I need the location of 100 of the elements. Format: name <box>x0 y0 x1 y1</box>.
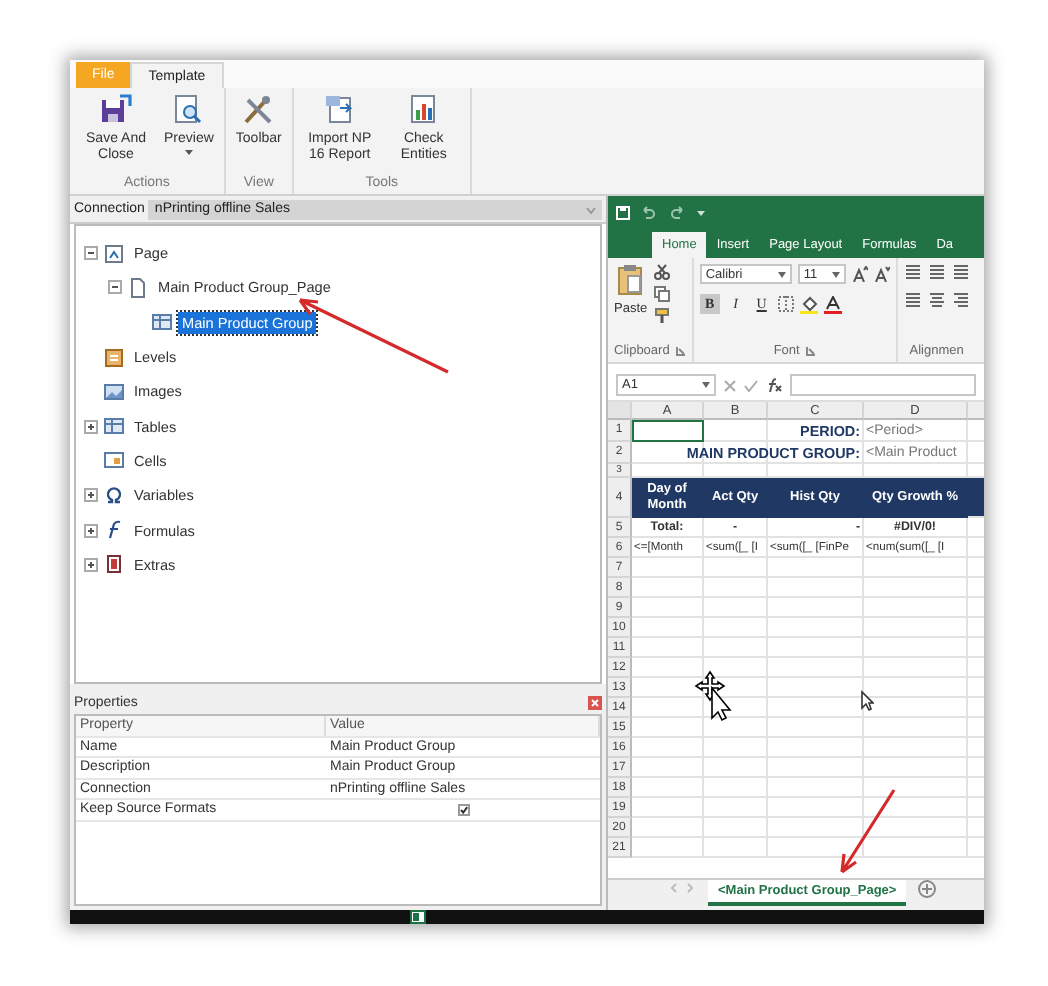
image-icon <box>104 381 124 402</box>
undo-icon[interactable] <box>640 205 658 219</box>
scissors-icon[interactable] <box>653 264 670 280</box>
align-right-icon[interactable] <box>951 292 970 308</box>
grid-cell <box>632 758 704 778</box>
copy-icon[interactable] <box>653 286 670 302</box>
grid-cell <box>864 638 968 658</box>
grid-cell <box>864 598 968 618</box>
tools-icon <box>242 94 275 126</box>
collapse-icon[interactable] <box>84 246 98 261</box>
grid-cell <box>864 798 968 818</box>
move-cursor-icon <box>694 670 734 722</box>
grid-cell <box>864 658 968 678</box>
redo-icon[interactable] <box>668 205 686 219</box>
save-icon <box>100 94 132 126</box>
spreadsheet-icon[interactable] <box>410 910 426 924</box>
font-color-icon[interactable] <box>823 295 842 313</box>
grid-cell <box>864 778 968 798</box>
clipboard-icon <box>618 264 643 296</box>
grid-cell <box>864 718 968 738</box>
grid-cell <box>768 578 864 598</box>
align-left-icon[interactable] <box>903 292 922 308</box>
grid-cell <box>768 818 864 838</box>
checkbox[interactable] <box>457 803 469 816</box>
grid-cell <box>704 598 768 618</box>
grid-cell <box>704 738 768 758</box>
grid-cell <box>864 758 968 778</box>
grid-cell <box>632 818 704 838</box>
grid-cell <box>632 658 704 678</box>
launcher-icon[interactable] <box>675 346 686 356</box>
caret-icon <box>831 271 840 277</box>
grid-cell <box>632 718 704 738</box>
grid-cell <box>632 618 704 638</box>
grid-cell <box>632 698 704 718</box>
align-center-icon[interactable] <box>927 292 946 308</box>
grid-cell <box>704 798 768 818</box>
grid-cell <box>632 738 704 758</box>
grid-cell <box>768 758 864 778</box>
grid-cell <box>632 778 704 798</box>
grid-cell <box>632 638 704 658</box>
levels-icon <box>104 347 124 368</box>
grid-cell <box>864 578 968 598</box>
grid-cell <box>704 578 768 598</box>
expand-icon[interactable] <box>84 419 98 434</box>
grid-cell <box>864 738 968 758</box>
grid-cell <box>704 758 768 778</box>
add-sheet-icon[interactable] <box>918 880 937 898</box>
document-chart-icon <box>407 94 440 126</box>
document-icon <box>128 277 148 298</box>
omega-icon <box>104 485 124 506</box>
grid-cell <box>768 718 864 738</box>
pointer-icon <box>860 690 874 712</box>
fill-color-icon[interactable] <box>799 295 818 313</box>
page-icon <box>104 243 124 264</box>
grid-cell <box>704 618 768 638</box>
grid-cell <box>632 598 704 618</box>
grid-cell <box>768 618 864 638</box>
grid-cell <box>632 798 704 818</box>
function-icon <box>104 520 124 541</box>
bottom-align-icon[interactable] <box>951 264 970 280</box>
grid-cell <box>768 838 864 858</box>
grid-cell <box>704 838 768 858</box>
caret-icon <box>586 205 596 213</box>
decrease-font-icon[interactable] <box>873 266 890 282</box>
grid-cell <box>864 618 968 638</box>
middle-align-icon[interactable] <box>927 264 946 280</box>
grid-cell <box>768 738 864 758</box>
grid-cell <box>632 838 704 858</box>
document-magnifier-icon <box>172 94 205 126</box>
grid-cell <box>768 598 864 618</box>
grid-cell <box>704 818 768 838</box>
increase-font-icon[interactable] <box>851 266 868 282</box>
table-icon <box>104 416 124 437</box>
customize-icon[interactable] <box>696 207 706 217</box>
expand-icon[interactable] <box>84 523 98 538</box>
grid-cell <box>768 638 864 658</box>
launcher-icon[interactable] <box>805 346 816 356</box>
table-icon <box>152 312 172 333</box>
formula-input[interactable] <box>790 374 976 396</box>
borders-icon[interactable] <box>777 296 794 312</box>
grid-cell <box>768 658 864 678</box>
collapse-icon[interactable] <box>108 280 122 295</box>
grid-cell <box>632 578 704 598</box>
expand-icon[interactable] <box>84 488 98 503</box>
extras-icon <box>104 554 124 575</box>
grid-cell <box>768 798 864 818</box>
paintbrush-icon[interactable] <box>653 308 670 324</box>
close-icon[interactable] <box>588 695 602 709</box>
top-align-icon[interactable] <box>903 264 922 280</box>
grid-cell <box>768 778 864 798</box>
grid-cell <box>704 778 768 798</box>
grid-cell <box>704 638 768 658</box>
grid-cell <box>864 818 968 838</box>
caret-icon <box>702 382 710 388</box>
save-icon[interactable] <box>616 205 630 219</box>
cell-icon <box>104 450 124 471</box>
annotation-arrow <box>834 786 898 878</box>
expand-icon[interactable] <box>84 557 98 572</box>
grid-cell <box>864 838 968 858</box>
insert-function-icon[interactable] <box>766 378 782 392</box>
